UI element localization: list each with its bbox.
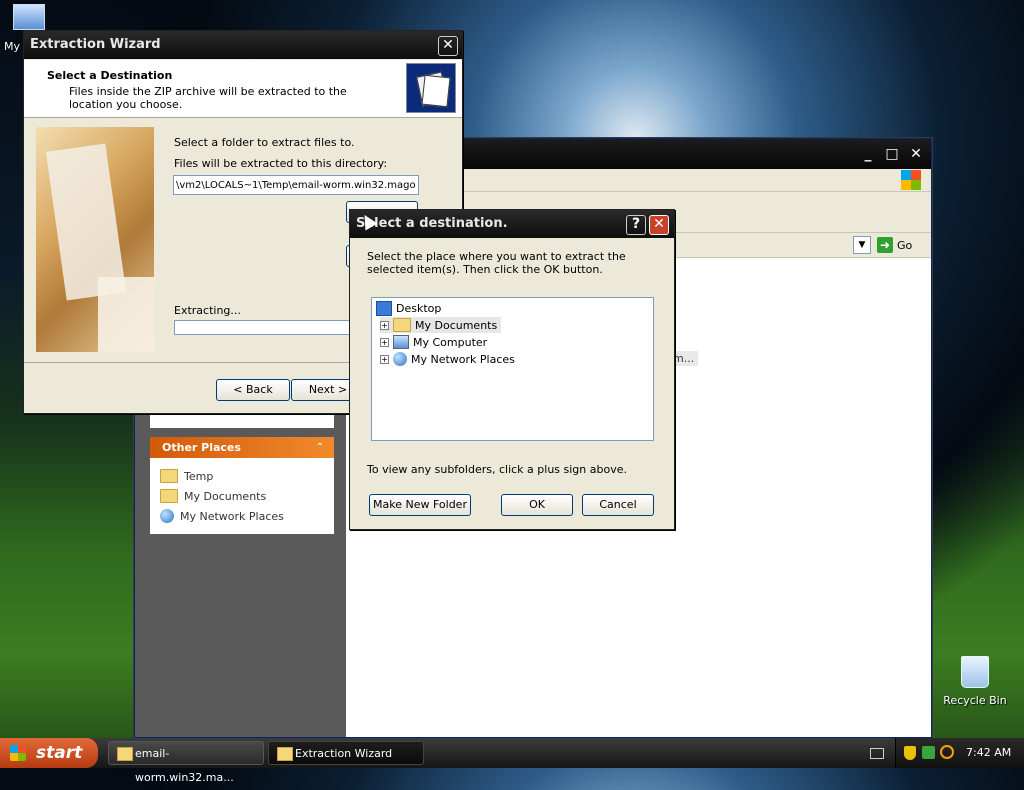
dest-title: Select a destination. [356,216,508,231]
collapse-chevron-icon[interactable]: ⌃ [316,437,324,458]
select-destination-dialog: Select a destination. ? ✕ Select the pla… [349,209,675,530]
tree-label: My Documents [415,318,498,332]
recycle-bin-icon [961,656,989,688]
back-button[interactable]: < Back [216,379,290,401]
wizard-title: Extraction Wizard [30,37,161,52]
folder-icon [277,747,293,761]
tree-item-my-computer[interactable]: + My Computer [380,334,487,350]
expand-plus-icon[interactable]: + [380,320,389,330]
make-new-folder-button[interactable]: Make New Folder [369,494,471,516]
other-places-item-network[interactable]: My Network Places [160,506,334,526]
wizard-header-title: Select a Destination [47,69,173,82]
network-icon [160,509,174,523]
tree-item-network-places[interactable]: + My Network Places [380,351,515,367]
task-email-worm[interactable]: email-worm.win32.ma... [108,741,264,784]
windows-logo-icon [901,170,921,190]
dest-titlebar[interactable]: Select a destination. ? ✕ [350,210,674,238]
recycle-bin-label: Recycle Bin [943,694,1007,707]
directory-label: Files will be extracted to this director… [174,157,388,170]
select-folder-text: Select a folder to extract files to. [174,136,355,149]
tree-item-desktop[interactable]: Desktop [376,300,441,316]
system-tray: 7:42 AM [895,738,1024,768]
expand-plus-icon[interactable]: + [380,354,389,364]
start-button[interactable]: start [0,738,98,768]
other-places-panel: Other Places ⌃ Temp My Documents My Netw… [150,437,334,534]
task-label: Extraction Wizard [295,747,393,760]
go-button[interactable]: ➜ Go [877,236,912,254]
zip-folder-icon [117,747,133,761]
maximize-button[interactable]: □ [883,147,901,163]
network-icon [393,352,407,366]
expand-plus-icon[interactable]: + [380,337,389,347]
tree-item-my-documents[interactable]: + My Documents [380,317,502,333]
help-button[interactable]: ? [626,215,646,235]
wizard-side-image [36,127,154,352]
folder-icon [160,469,178,483]
wizard-header-desc: Files inside the ZIP archive will be ext… [69,85,347,111]
security-shield-icon[interactable] [904,746,916,760]
task-extraction-wizard[interactable]: Extraction Wizard [268,741,424,765]
close-button[interactable]: ✕ [907,147,925,163]
keyboard-icon[interactable] [870,748,884,759]
task-label: email-worm.win32.ma... [135,747,234,784]
folder-tree[interactable]: Desktop + My Documents + My Computer + M… [371,297,654,441]
search-tray-icon[interactable] [940,745,954,759]
network-tray-icon[interactable] [922,746,935,759]
start-label: start [36,743,83,763]
other-places-header[interactable]: Other Places ⌃ [150,437,334,458]
recycle-bin-desktop-icon[interactable]: Recycle Bin [940,656,1010,707]
other-places-item-my-documents[interactable]: My Documents [160,486,334,506]
tree-label: My Network Places [411,352,515,366]
wizard-folders-icon [406,63,456,113]
monitor-icon [13,4,45,30]
go-arrow-icon: ➜ [877,237,893,253]
item-label: Temp [184,469,214,483]
taskbar: start email-worm.win32.ma... Extraction … [0,738,1024,784]
my-documents-icon [160,489,178,503]
wizard-header: Select a Destination Files inside the ZI… [24,60,462,118]
ok-button[interactable]: OK [501,494,573,516]
clock[interactable]: 7:42 AM [966,738,1011,768]
other-places-list: Temp My Documents My Network Places [150,458,334,534]
minimize-button[interactable]: _ [859,147,877,163]
tree-label: My Computer [413,335,488,349]
my-documents-icon [393,318,411,332]
item-label: My Network Places [180,509,284,523]
windows-flag-icon [10,745,26,761]
directory-field[interactable] [173,175,419,195]
my-computer-icon [393,335,409,349]
desktop-icon [376,300,392,316]
subfolder-hint: To view any subfolders, click a plus sig… [367,463,627,476]
wizard-close-button[interactable]: ✕ [438,36,458,56]
other-places-title: Other Places [162,441,241,454]
go-label: Go [897,238,913,252]
dest-close-button[interactable]: ✕ [649,215,669,235]
other-places-item-temp[interactable]: Temp [160,466,334,486]
cancel-button[interactable]: Cancel [582,494,654,516]
tree-label: Desktop [396,301,442,315]
wizard-titlebar[interactable]: Extraction Wizard ✕ [24,31,462,59]
dest-instruction: Select the place where you want to extra… [367,250,626,276]
extracting-label: Extracting... [174,304,241,317]
address-dropdown-button[interactable]: ▼ [853,236,871,254]
item-label: My Documents [184,489,267,503]
